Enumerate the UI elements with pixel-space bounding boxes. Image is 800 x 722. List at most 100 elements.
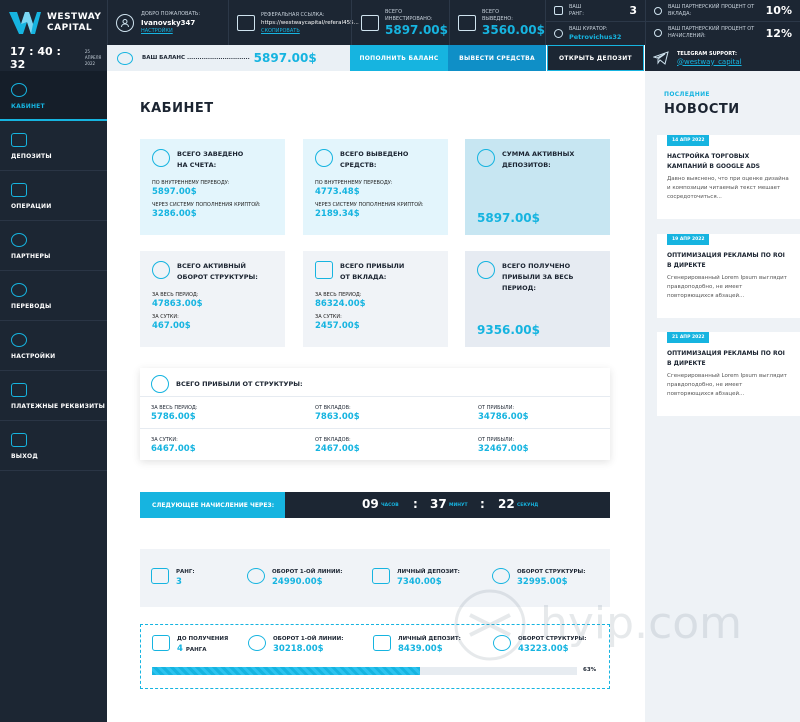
balance-block: ВАШ БАЛАНС .............................… [107,45,350,71]
stat-label: ПО ВНУТРЕННЕМУ ПЕРЕВОДУ: [315,180,393,186]
rank-value: 3 [629,4,637,17]
referral-icon [237,14,255,31]
stat-label: ЛИЧНЫЙ ДЕПОЗИТ: [397,569,460,575]
curator-value[interactable]: Petrovichus32 [569,33,621,41]
invest-icon [361,14,379,31]
stat-label: ЗА СУТКИ: [315,314,342,320]
next-accrual-timer: СЛЕДУЮЩЕЕ НАЧИСЛЕНИЕ ЧЕРЕЗ: 09 ЧАСОВ : 3… [140,492,610,518]
welcome-label: ДОБРО ПОЖАЛОВАТЬ: [141,11,201,17]
timer-minutes-unit: МИНУТ [449,503,468,508]
sidebar-item-label: ПЕРЕВОДЫ [11,303,52,310]
sidebar-item-operations[interactable]: ОПЕРАЦИИ [0,171,107,221]
wallet-icon [458,14,476,31]
rank-curator-block: ВАШ РАНГ: 3 ВАШ КУРАТОР: Petrovichus32 [545,0,645,45]
withdraw-button[interactable]: ВЫВЕСТИ СРЕДСТВА [448,45,546,71]
stat-value: 467.00$ [152,321,191,331]
timer-hours-unit: ЧАСОВ [381,503,399,508]
username: Ivanovsky347 [141,19,196,27]
stat-value: 3 [176,577,182,587]
rank-label: ВАШ [569,3,582,10]
sidebar-item-cabinet[interactable]: КАБИНЕТ [0,71,107,121]
referral-label: РЕФЕРАЛЬНАЯ ССЫЛКА: [261,11,325,18]
user-icon [116,13,134,32]
card-big-value: 5897.00$ [477,211,541,225]
card-title-2: ОБОРОТ СТРУКТУРЫ: [177,273,258,281]
stat-value: 5897.00$ [152,187,197,197]
sidebar-item-deposits[interactable]: ДЕПОЗИТЫ [0,121,107,171]
sidebar-item-payment-details[interactable]: ПЛАТЕЖНЫЕ РЕКВИЗИТЫ [0,371,107,421]
telegram-label: TELEGRAM SUPPORT: [677,50,737,57]
sidebar-item-label: НАСТРОЙКИ [11,353,56,360]
stat-label: ОБОРОТ 1-ОЙ ЛИНИИ: [272,569,343,575]
withdrawn-value: 3560.00$ [482,22,546,37]
curator-label: ВАШ КУРАТОР: [569,25,608,32]
clock-time: 17 : 40 : 32 [10,45,61,71]
copy-link[interactable]: СКОПИРОВАТЬ [261,28,359,34]
stat-value: 30218.00$ [273,644,324,654]
withdrawn-label: ВСЕГО [482,8,500,15]
sidebar-item-logout[interactable]: ВЫХОД [0,421,107,471]
dollar-coin-icon [477,149,495,167]
topup-button[interactable]: ПОПОЛНИТЬ БАЛАНС [350,45,448,71]
news-item-title[interactable]: НАСТРОЙКА ТОРГОВЫХ КАМПАНИЙ В GOOGLE ADS [667,152,790,172]
telegram-icon [653,51,669,65]
stat-label: ЗА ВЕСЬ ПЕРИОД: [151,405,198,411]
sidebar-item-transfers[interactable]: ПЕРЕВОДЫ [0,271,107,321]
sidebar-item-partners[interactable]: ПАРТНЕРЫ [0,221,107,271]
partner-deposit-label: ВАШ ПАРТНЕРСКИЙ ПРОЦЕНТ ОТ ВКЛАДА: [668,3,755,17]
telegram-support[interactable]: TELEGRAM SUPPORT: @westway_capital [645,45,800,71]
stat-label: ОТ ВКЛАДОВ: [315,405,351,411]
balance-value: 5897.00$ [253,51,317,65]
timer-separator: : [413,497,418,511]
referral-link[interactable]: https://westwaycapital/referal455... [261,19,359,28]
news-item[interactable]: 14 АПР 2022 НАСТРОЙКА ТОРГОВЫХ КАМПАНИЙ … [657,135,800,219]
network-icon [152,261,170,279]
news-item[interactable]: 19 АПР 2022 ОПТИМИЗАЦИЯ РЕКЛАМЫ ПО ROI В… [657,234,800,318]
rank-stat: ЛИЧНЫЙ ДЕПОЗИТ: 7340.00$ [372,568,460,587]
sidebar-item-label: ПАРТНЕРЫ [11,253,51,260]
settings-link[interactable]: НАСТРОЙКИ [141,28,200,34]
withdrawn-block: ВСЕГО ВЫВЕДЕНО: 3560.00$ [449,0,545,45]
card-big-value: 9356.00$ [477,323,541,337]
stat-label: ЗА ВЕСЬ ПЕРИОД: [152,292,199,298]
stat-label: ОТ ВКЛАДОВ: [315,437,351,443]
telegram-handle[interactable]: @westway_capital [677,58,742,66]
brand-logo[interactable]: WESTWAY CAPITAL [0,0,107,45]
timer-label: СЛЕДУЮЩЕЕ НАЧИСЛЕНИЕ ЧЕРЕЗ: [140,492,285,518]
news-item[interactable]: 21 АПР 2022 ОПТИМИЗАЦИЯ РЕКЛАМЫ ПО ROI В… [657,332,800,416]
rank-stat: ОБОРОТ 1-ОЙ ЛИНИИ: 30218.00$ [248,635,343,654]
structure-profit-block: ВСЕГО ПРИБЫЛИ ОТ СТРУКТУРЫ: ЗА ВЕСЬ ПЕРИ… [140,368,610,460]
stat-value: 2189.34$ [315,209,360,219]
structure-stat: ОТ ВКЛАДОВ: 7863.00$ [315,404,360,423]
news-item-title[interactable]: ОПТИМИЗАЦИЯ РЕКЛАМЫ ПО ROI В ДИРЕКТЕ [667,349,790,369]
structure-stat: ОТ ПРИБЫЛИ: 32467.00$ [478,436,529,455]
stat-value: 4773.48$ [315,187,360,197]
structure-stat: ОТ ВКЛАДОВ: 2467.00$ [315,436,360,455]
stat-value: 32467.00$ [478,444,529,454]
invested-value: 5897.00$ [385,22,449,37]
clock-year: 2022 [84,61,96,66]
dollar-coin-icon [247,568,265,584]
logout-icon [11,433,27,447]
card-title-2: ДЕПОЗИТОВ: [502,161,551,169]
sidebar-item-label: КАБИНЕТ [11,103,45,110]
invested-label: ВСЕГО [385,8,403,15]
stat-label: ОТ ПРИБЫЛИ: [478,405,515,411]
top-bar: WESTWAY CAPITAL ДОБРО ПОЖАЛОВАТЬ: Ivanov… [0,0,800,45]
balance-label: ВАШ БАЛАНС .............................… [142,55,250,61]
rank-label-2: РАНГ: [569,10,584,17]
card-title: ВСЕГО ПРИБЫЛИ [340,262,405,270]
active-deposits-card: СУММА АКТИВНЫХ ДЕПОЗИТОВ: 5897.00$ [465,139,610,235]
stat-label: ЧЕРЕЗ СИСТЕМУ ПОПОЛНЕНИЯ КРИПТОЙ: [152,202,261,208]
logo-icon [9,11,41,34]
watermark-text: hyip.com [540,598,743,649]
partner-deposit-value: 10% [765,4,792,17]
total-deposited-card: ВСЕГО ЗАВЕДЕНО НА СЧЕТА: ПО ВНУТРЕННЕМУ П… [140,139,285,235]
percent-icon [654,6,662,15]
news-item-title[interactable]: ОПТИМИЗАЦИЯ РЕКЛАМЫ ПО ROI В ДИРЕКТЕ [667,251,790,271]
partner-accrual-value: 12% [765,26,792,40]
stat-value: 47863.00$ [152,299,203,309]
news-item-text: Сгенерированный Lorem Ipsum выглядит пра… [667,373,787,397]
sidebar-item-settings[interactable]: НАСТРОЙКИ [0,321,107,371]
open-deposit-button[interactable]: ОТКРЫТЬ ДЕПОЗИТ [547,45,644,71]
